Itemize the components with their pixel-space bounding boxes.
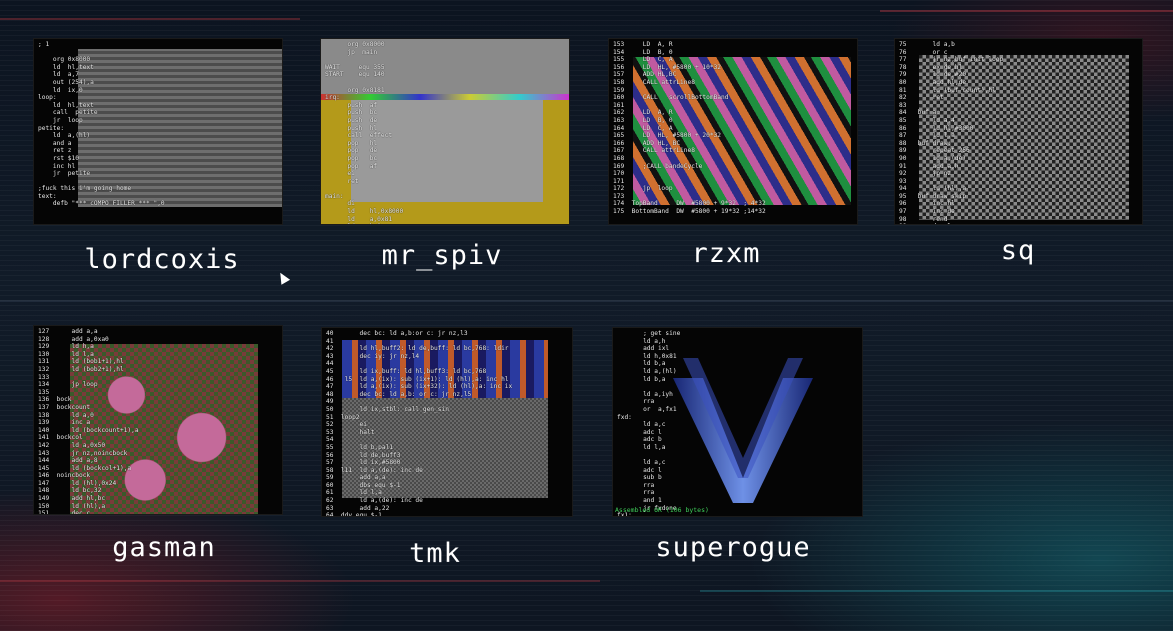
entry-name: rzxm: [691, 238, 761, 269]
code-thumbnail: 127 add a,a 128 add a,0xa0 129 ld h,a 13…: [33, 325, 283, 515]
entry-name: superogue: [655, 532, 811, 563]
code-text: 75 ld a,b 76 or c 77 jr nz,buf_init_loop…: [899, 41, 1004, 224]
entry-name: lordcoxis: [84, 244, 240, 275]
code-text: org 0x8000 jp main WAIT equ 355 START eq…: [325, 41, 404, 224]
code-thumbnail: ; 1 org 0x8000 ld hl,text ld a,7 out (25…: [33, 38, 283, 225]
glitch-streak: [700, 590, 1173, 592]
glitch-streak: [0, 580, 600, 582]
status-line: Assembled OK (106 bytes): [615, 506, 709, 514]
entry-name: sq: [1000, 235, 1036, 266]
glitch-streak: [880, 10, 1173, 12]
code-thumbnail: ; get sine ld a,h add ixl ld h,0x81 ld b…: [612, 327, 863, 517]
code-thumbnail: 40 dec bc: ld a,b:or c: jr nz,l3 41 42 l…: [321, 327, 573, 517]
code-thumbnail: org 0x8000 jp main WAIT equ 355 START eq…: [320, 38, 570, 225]
entry-name: mr_spiv: [381, 240, 503, 271]
code-thumbnail: 153 LD A, R 154 LD B, 0 155 LD C, A 156 …: [608, 38, 858, 225]
code-text: 153 LD A, R 154 LD B, 0 155 LD C, A 156 …: [613, 41, 766, 216]
code-thumbnail: 75 ld a,b 76 or c 77 jr nz,buf_init_loop…: [894, 38, 1143, 225]
entry-name: gasman: [112, 532, 216, 563]
code-text: ; 1 org 0x8000 ld hl,text ld a,7 out (25…: [38, 41, 165, 208]
entry-name: tmk: [409, 538, 461, 569]
code-text: 40 dec bc: ld a,b:or c: jr nz,l3 41 42 l…: [326, 330, 513, 517]
glitch-streak: [0, 18, 300, 20]
code-text: 127 add a,a 128 add a,0xa0 129 ld h,a 13…: [38, 328, 139, 515]
glitch-streak: [0, 300, 1173, 302]
code-text: ; get sine ld a,h add ixl ld h,0x81 ld b…: [617, 330, 681, 517]
